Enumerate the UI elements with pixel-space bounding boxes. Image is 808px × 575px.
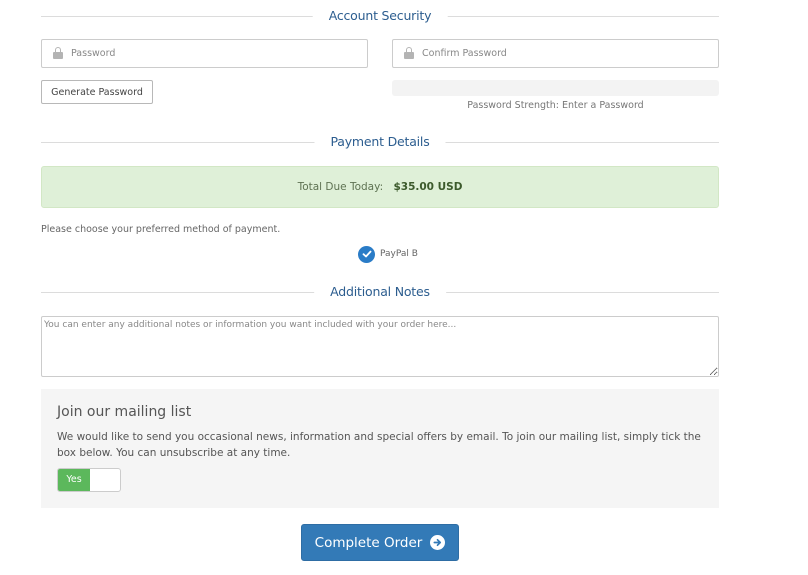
check-circle-icon[interactable] [358,245,375,263]
account-security-heading: Account Security [41,6,719,26]
password-input[interactable] [71,40,360,67]
complete-order-label: Complete Order [314,534,423,551]
notes-textarea[interactable] [41,316,719,377]
toggle-on-label: Yes [58,469,90,491]
lock-icon [53,47,63,59]
confirm-password-field[interactable] [392,39,719,68]
payment-details-title: Payment Details [314,132,446,152]
mailing-list-description: We would like to send you occasional new… [57,431,701,459]
total-due-label: Total Due Today: [297,181,384,193]
mailing-list-toggle[interactable]: Yes [57,468,121,492]
total-due-panel: Total Due Today: $35.00 USD [41,166,719,208]
password-strength-bar [392,80,719,96]
payment-details-heading: Payment Details [41,132,719,152]
additional-notes-heading: Additional Notes [41,282,719,302]
total-due-amount: $35.00 USD [393,181,463,193]
mailing-list-panel: Join our mailing list We would like to s… [41,389,719,508]
password-strength-text: Password Strength: Enter a Password [467,100,644,111]
password-field[interactable] [41,39,368,68]
complete-order-button[interactable]: Complete Order [301,524,459,561]
additional-notes-title: Additional Notes [314,282,446,302]
account-security-title: Account Security [312,6,448,26]
payment-instruction: Please choose your preferred method of p… [41,224,281,235]
mailing-list-title: Join our mailing list [57,404,192,420]
confirm-password-input[interactable] [422,40,711,67]
lock-icon [404,47,414,59]
arrow-circle-right-icon [430,535,446,550]
generate-password-button[interactable]: Generate Password [41,80,153,104]
payment-method-label: PayPal B [380,249,418,259]
payment-method-paypal[interactable]: PayPal B [358,245,418,263]
